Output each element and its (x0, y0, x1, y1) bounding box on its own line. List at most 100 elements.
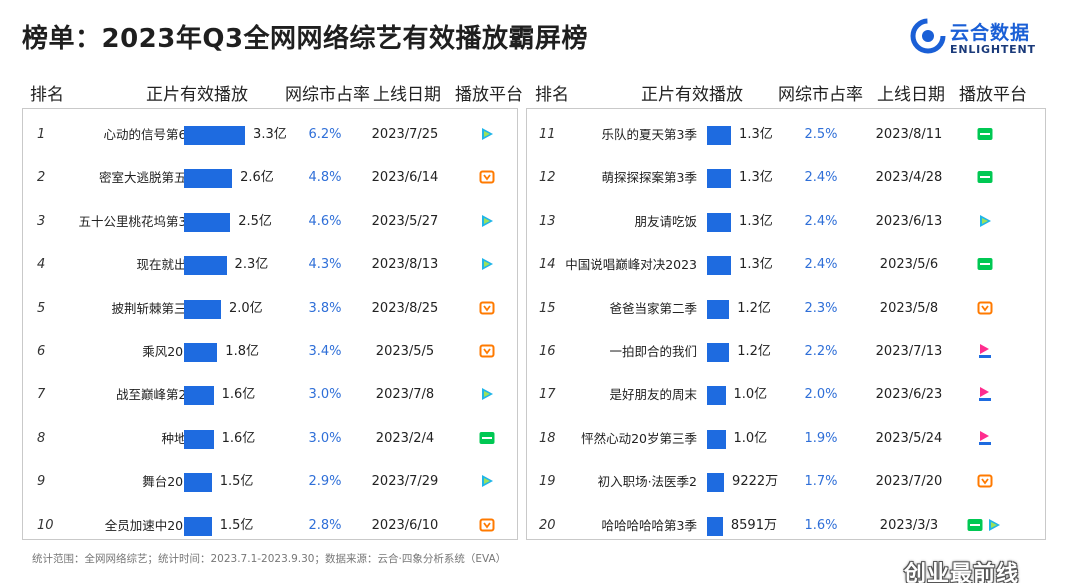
rank-number: 1 (37, 127, 46, 142)
market-share: 2.3% (804, 300, 838, 316)
platform-icons (479, 169, 498, 187)
platform-icons (479, 343, 498, 361)
views-value: 1.6亿 (221, 387, 256, 403)
iqiyi-icon (977, 128, 993, 140)
views-bar (707, 343, 730, 362)
market-share: 2.2% (804, 344, 838, 359)
market-share: 3.0% (308, 430, 342, 446)
views-bar (184, 516, 212, 536)
mango-tv-icon (479, 344, 495, 358)
table-row: 5 披荆斩棘第三季 2.0亿 3.8% 2023/8/25 (23, 287, 517, 330)
enlightent-logo-icon (910, 18, 946, 54)
show-name: 初入职场·法医季2 (597, 474, 697, 490)
market-share: 2.0% (804, 387, 838, 403)
header-date-left: 上线日期 (373, 85, 441, 105)
youku-icon (979, 387, 991, 402)
header-platform-left: 播放平台 (455, 85, 523, 105)
views-value: 2.0亿 (229, 300, 263, 316)
table-row: 15 爸爸当家第二季 1.2亿 2.3% 2023/5/8 (527, 287, 1045, 330)
table-row: 9 舞台2023 1.5亿 2.9% 2023/7/29 (23, 460, 517, 503)
launch-date: 2023/5/8 (879, 300, 939, 316)
rank-number: 3 (37, 213, 46, 229)
launch-date: 2023/6/23 (875, 387, 943, 403)
table-row: 17 是好朋友的周末 1.0亿 2.0% 2023/6/23 (527, 373, 1045, 416)
iqiyi-icon (977, 258, 993, 271)
show-name: 披荆斩棘第三季 (111, 300, 199, 316)
rank-number: 18 (539, 430, 556, 446)
show-name: 是好朋友的周末 (609, 387, 697, 403)
views-bar (707, 212, 732, 232)
views-value: 2.6亿 (240, 170, 274, 186)
views-bar (184, 126, 246, 145)
platform-icons (967, 517, 1005, 535)
launch-date: 2023/7/13 (875, 344, 943, 359)
views-bar (707, 429, 726, 449)
rank-number: 15 (539, 300, 556, 316)
platform-icons (977, 343, 996, 361)
platform-icons (977, 169, 996, 187)
launch-date: 2023/8/25 (371, 300, 439, 316)
launch-date: 2023/7/20 (875, 474, 943, 490)
platform-icons (977, 386, 996, 404)
market-share: 3.8% (308, 300, 342, 316)
platform-icons (479, 256, 498, 274)
table-row: 20 哈哈哈哈哈第3季 8591万 1.6% 2023/3/3 (527, 504, 1045, 547)
rank-number: 16 (539, 344, 556, 359)
launch-date: 2023/5/27 (371, 213, 439, 229)
header-share-right: 网综市占率 (778, 85, 863, 105)
market-share: 2.9% (308, 474, 342, 490)
show-name: 种地吧 (161, 430, 199, 446)
launch-date: 2023/2/4 (375, 430, 435, 446)
launch-date: 2023/8/11 (875, 127, 943, 142)
page-title: 榜单：2023年Q3全网网络综艺有效播放霸屏榜 (22, 24, 589, 54)
table-row: 2 密室大逃脱第五季 2.6亿 4.8% 2023/6/14 (23, 156, 517, 199)
brand-logo: 云合数据 ENLIGHTENT (910, 16, 1050, 62)
rank-number: 11 (539, 127, 556, 142)
views-bar (184, 473, 212, 493)
iqiyi-icon (479, 431, 495, 444)
show-name: 乘风2023 (142, 344, 199, 359)
views-bar (707, 473, 725, 493)
rank-number: 6 (37, 344, 46, 359)
views-bar (707, 386, 726, 406)
market-share: 4.3% (308, 257, 342, 273)
rank-number: 20 (539, 517, 556, 533)
platform-icons (977, 430, 996, 448)
rank-number: 14 (539, 257, 556, 273)
views-bar (184, 169, 233, 189)
tencent-video-icon (989, 518, 1000, 531)
header-rank-left: 排名 (30, 85, 64, 105)
table-row: 14 中国说唱巅峰对决2023 1.3亿 2.4% 2023/5/6 (527, 243, 1045, 286)
launch-date: 2023/5/24 (875, 430, 943, 446)
table-row: 16 一拍即合的我们 1.2亿 2.2% 2023/7/13 (527, 330, 1045, 373)
watermark-text: 创业最前线 (904, 562, 1020, 583)
iqiyi-icon (967, 518, 983, 531)
launch-date: 2023/6/13 (875, 213, 943, 229)
platform-icons (479, 300, 498, 318)
show-name: 中国说唱巅峰对决2023 (565, 257, 697, 273)
mango-tv-icon (977, 474, 993, 488)
views-bar (184, 343, 218, 362)
tencent-video-icon (482, 388, 493, 401)
show-name: 哈哈哈哈哈第3季 (601, 517, 697, 533)
views-value: 1.2亿 (737, 300, 771, 316)
tencent-video-icon (980, 214, 991, 227)
logo-text-en: ENLIGHTENT (950, 43, 1036, 56)
views-value: 1.3亿 (739, 213, 773, 229)
views-value: 1.5亿 (219, 474, 254, 490)
launch-date: 2023/7/25 (371, 127, 439, 142)
table-row: 6 乘风2023 1.8亿 3.4% 2023/5/5 (23, 330, 517, 373)
views-value: 1.3亿 (739, 127, 773, 142)
platform-icons (479, 473, 498, 491)
market-share: 1.9% (804, 430, 838, 446)
platform-icons (479, 213, 498, 231)
show-name: 爸爸当家第二季 (609, 300, 697, 316)
table-row: 3 五十公里桃花坞第3季 2.5亿 4.6% 2023/5/27 (23, 200, 517, 243)
show-name: 舞台2023 (142, 474, 199, 490)
table-row: 12 萌探探探案第3季 1.3亿 2.4% 2023/4/28 (527, 156, 1045, 199)
views-bar (707, 126, 732, 145)
market-share: 6.2% (308, 127, 342, 142)
header-rank-right: 排名 (535, 85, 569, 105)
header-platform-right: 播放平台 (959, 85, 1027, 105)
platform-icons (977, 256, 996, 274)
